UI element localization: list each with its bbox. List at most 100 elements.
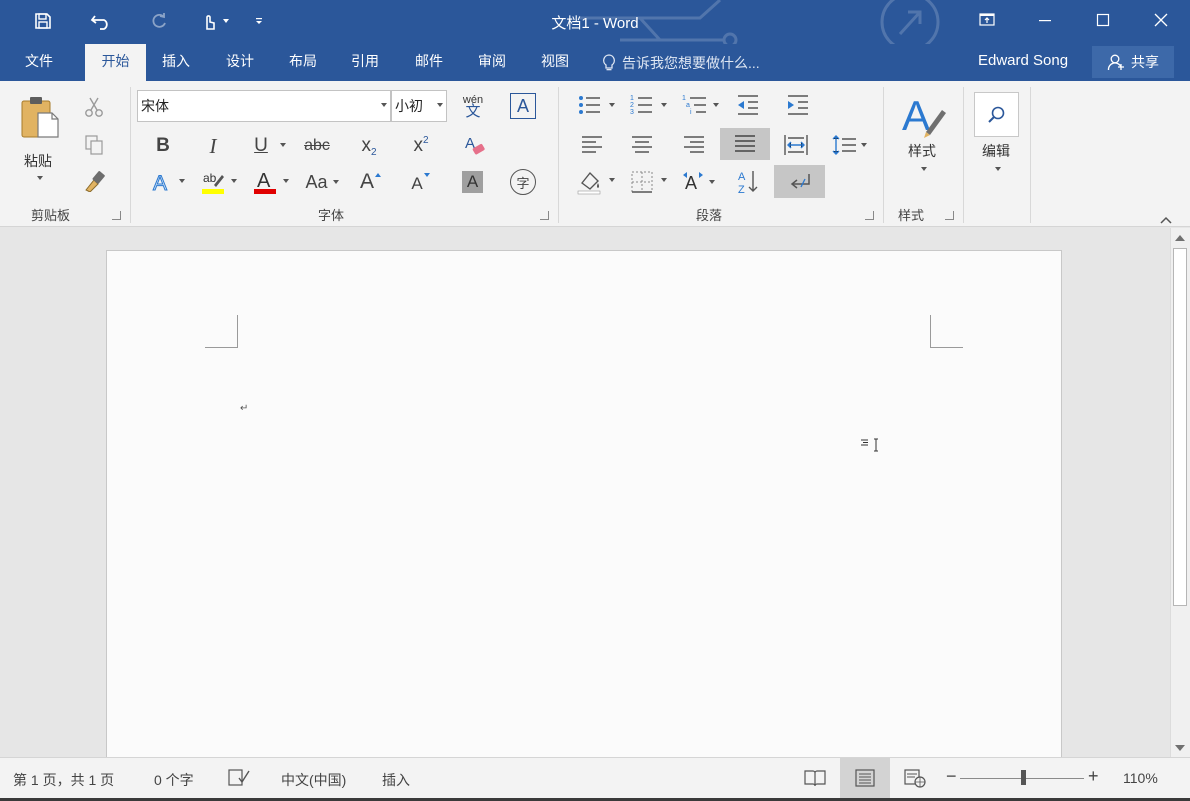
paste-icon[interactable] <box>16 93 64 141</box>
styles-label[interactable]: 样式 <box>908 141 936 161</box>
styles-icon[interactable]: A <box>900 91 948 141</box>
maximize-icon[interactable] <box>1074 0 1132 40</box>
distributed-icon[interactable] <box>782 131 810 159</box>
font-color-icon[interactable]: A <box>250 167 280 197</box>
sort-icon[interactable]: AZ <box>734 167 762 197</box>
web-layout-icon[interactable] <box>890 758 940 798</box>
paste-label[interactable]: 粘贴 <box>24 151 52 171</box>
enclose-characters-button[interactable]: 字 <box>510 169 536 195</box>
user-name[interactable]: Edward Song <box>978 44 1068 78</box>
tab-layout[interactable]: 布局 <box>275 44 331 81</box>
share-button[interactable]: 共享 <box>1092 46 1174 78</box>
text-effects-icon[interactable]: A <box>150 167 176 197</box>
group-divider <box>883 87 884 223</box>
copy-icon[interactable] <box>80 131 108 159</box>
tab-references[interactable]: 引用 <box>337 44 393 81</box>
chevron-down-icon[interactable] <box>437 103 443 107</box>
chevron-down-icon[interactable] <box>381 103 387 107</box>
scroll-up-icon[interactable] <box>1175 235 1185 241</box>
ribbon-display-options-icon[interactable] <box>958 0 1016 40</box>
align-right-icon[interactable] <box>680 131 708 159</box>
language-indicator[interactable]: 中文(中国) <box>281 770 346 790</box>
zoom-level[interactable]: 110% <box>1123 770 1158 786</box>
highlight-dropdown-icon[interactable] <box>228 169 240 193</box>
subscript-mark: 2 <box>370 146 377 158</box>
tab-insert[interactable]: 插入 <box>148 44 204 81</box>
tab-design[interactable]: 设计 <box>212 44 268 81</box>
collapse-ribbon-icon[interactable] <box>1160 212 1172 227</box>
zoom-slider-thumb[interactable] <box>1021 770 1026 785</box>
styles-dropdown-icon[interactable] <box>916 163 932 175</box>
italic-button[interactable]: I <box>198 131 228 161</box>
clipboard-dialog-launcher-icon[interactable] <box>112 211 121 220</box>
tab-file[interactable]: 文件 <box>11 44 67 81</box>
grow-font-button[interactable]: A <box>356 167 386 197</box>
zoom-out-icon[interactable]: − <box>946 766 957 787</box>
borders-icon[interactable] <box>626 167 670 197</box>
numbering-icon[interactable]: 123 <box>628 91 672 119</box>
proofing-icon[interactable] <box>228 768 250 791</box>
scrollbar-thumb[interactable] <box>1173 248 1187 606</box>
format-painter-icon[interactable] <box>80 167 108 195</box>
font-group-label: 字体 <box>318 208 345 223</box>
tab-review[interactable]: 审阅 <box>464 44 520 81</box>
multilevel-list-icon[interactable]: 1ai <box>680 91 724 119</box>
tab-view[interactable]: 视图 <box>527 44 583 81</box>
font-size-box[interactable]: 小初 <box>391 90 447 122</box>
scroll-down-icon[interactable] <box>1175 745 1185 751</box>
clear-formatting-icon[interactable]: A <box>460 131 490 161</box>
character-shading-button[interactable]: A <box>462 171 483 193</box>
decrease-indent-icon[interactable] <box>734 91 762 119</box>
font-color-dropdown-icon[interactable] <box>280 169 292 193</box>
word-count[interactable]: 0 个字 <box>154 770 194 790</box>
text-effects-dropdown-icon[interactable] <box>176 169 188 193</box>
page-count[interactable]: 第 1 页，共 1 页 <box>13 770 114 790</box>
highlight-icon[interactable]: ab <box>198 167 228 197</box>
close-icon[interactable] <box>1132 0 1190 40</box>
print-layout-icon[interactable] <box>840 758 890 798</box>
bold-button[interactable]: B <box>148 131 178 161</box>
paragraph-mark-icon: ↵ <box>240 403 249 414</box>
subscript-button[interactable]: x2 <box>354 131 384 161</box>
tell-me-box[interactable]: 告诉我您想要做什么... <box>602 44 760 81</box>
change-case-button[interactable]: Aa <box>302 167 342 197</box>
editing-label[interactable]: 编辑 <box>982 141 1010 161</box>
lightbulb-icon <box>603 53 615 70</box>
styles-dialog-launcher-icon[interactable] <box>945 211 954 220</box>
justify-icon[interactable] <box>720 128 770 160</box>
editing-dropdown-icon[interactable] <box>990 163 1006 175</box>
find-icon[interactable] <box>974 92 1019 137</box>
read-mode-icon[interactable] <box>790 758 840 798</box>
underline-button[interactable]: U <box>246 131 276 161</box>
shading-icon[interactable] <box>574 167 618 197</box>
title-bar: 文档1 - Word <box>0 0 1190 44</box>
chinese-layout-icon[interactable]: A <box>680 167 720 197</box>
bullets-icon[interactable] <box>576 91 620 119</box>
align-left-icon[interactable] <box>578 131 606 159</box>
zoom-in-icon[interactable]: + <box>1088 766 1099 787</box>
underline-dropdown-icon[interactable] <box>276 133 290 157</box>
increase-indent-icon[interactable] <box>784 91 812 119</box>
shrink-font-button[interactable]: A <box>406 167 436 197</box>
phonetic-guide-button[interactable]: wén 文 <box>456 89 490 123</box>
tab-mailings[interactable]: 邮件 <box>401 44 457 81</box>
line-spacing-icon[interactable] <box>830 131 870 159</box>
minimize-icon[interactable] <box>1016 0 1074 40</box>
document-page[interactable]: ↵ <box>106 250 1062 770</box>
character-border-button[interactable]: A <box>510 93 536 119</box>
vertical-scrollbar[interactable] <box>1170 228 1190 757</box>
paste-dropdown-icon[interactable] <box>32 173 48 183</box>
status-bar: 第 1 页，共 1 页 0 个字 中文(中国) 插入 − + 110% <box>0 757 1190 798</box>
cut-icon[interactable] <box>80 93 108 121</box>
tab-home[interactable]: 开始 <box>85 44 146 81</box>
strikethrough-button[interactable]: abc <box>300 131 334 161</box>
font-dialog-launcher-icon[interactable] <box>540 211 549 220</box>
font-name-box[interactable]: 宋体 <box>137 90 391 122</box>
paragraph-dialog-launcher-icon[interactable] <box>865 211 874 220</box>
superscript-button[interactable]: x2 <box>406 131 436 161</box>
align-center-icon[interactable] <box>628 131 656 159</box>
insert-mode[interactable]: 插入 <box>382 770 410 790</box>
show-formatting-marks-icon[interactable] <box>774 165 825 198</box>
svg-text:ab: ab <box>203 171 217 185</box>
page-corner-mark-right <box>930 315 963 348</box>
